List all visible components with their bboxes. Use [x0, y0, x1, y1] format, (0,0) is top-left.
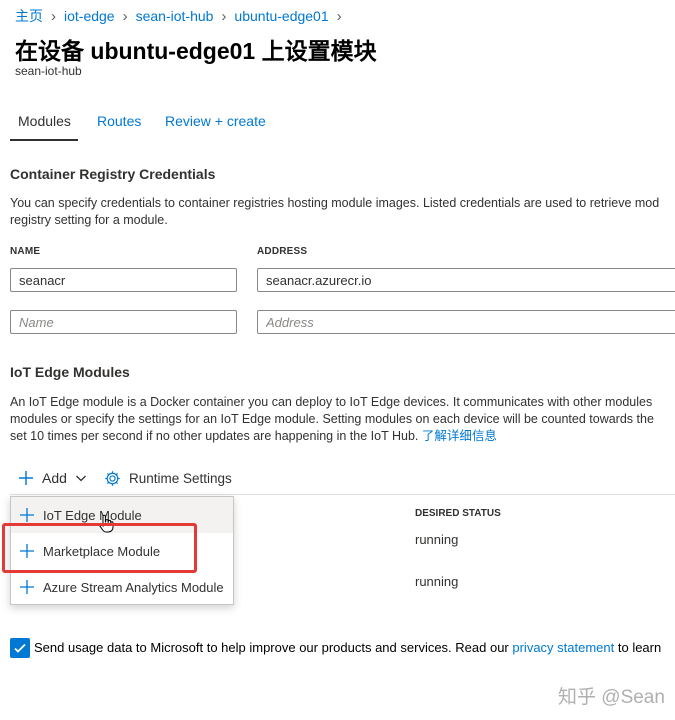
breadcrumb: 主页 › iot-edge › sean-iot-hub › ubuntu-ed… — [15, 6, 350, 26]
chevron-right-icon: › — [51, 7, 56, 25]
add-button[interactable]: Add — [18, 467, 87, 489]
runtime-settings-label: Runtime Settings — [129, 470, 232, 486]
registry-description-line: You can specify credentials to container… — [10, 196, 660, 210]
toolbar-divider — [10, 494, 675, 495]
privacy-statement-link[interactable]: privacy statement — [512, 640, 614, 655]
page-subtitle: sean-iot-hub — [15, 64, 82, 78]
consent-tail: to learn — [614, 640, 662, 655]
new-registry-address-field[interactable] — [257, 310, 675, 334]
registry-section-title: Container Registry Credentials — [10, 166, 216, 182]
breadcrumb-iot-hub[interactable]: sean-iot-hub — [136, 8, 214, 24]
hand-cursor-icon — [98, 514, 114, 533]
chevron-right-icon: › — [336, 7, 342, 25]
module-status: running — [415, 532, 459, 547]
new-registry-name-field[interactable] — [10, 310, 237, 334]
registry-description: You can specify credentials to container… — [10, 195, 659, 229]
watermark: 知乎 @Sean — [558, 687, 665, 708]
page-title: 在设备 ubuntu-edge01 上设置模块 — [15, 38, 377, 64]
add-button-label: Add — [42, 470, 67, 486]
tab-routes[interactable]: Routes — [97, 113, 141, 129]
breadcrumb-device[interactable]: ubuntu-edge01 — [234, 8, 328, 24]
plus-icon — [19, 471, 33, 485]
plus-icon — [11, 580, 43, 594]
chevron-right-icon: › — [122, 7, 128, 25]
address-column-label: ADDRESS — [257, 246, 308, 257]
usage-data-consent: Send usage data to Microsoft to help imp… — [34, 640, 661, 655]
add-module-menu: IoT Edge Module Marketplace Module Azure… — [10, 496, 234, 605]
breadcrumb-iot-edge[interactable]: iot-edge — [64, 8, 115, 24]
chevron-right-icon: › — [221, 7, 227, 25]
menu-item-label: Azure Stream Analytics Module — [43, 579, 224, 595]
runtime-settings-button[interactable]: Runtime Settings — [104, 467, 232, 489]
tab-review-create[interactable]: Review + create — [165, 113, 266, 129]
menu-item-marketplace-module[interactable]: Marketplace Module — [11, 533, 233, 569]
breadcrumb-home[interactable]: 主页 — [15, 6, 43, 26]
learn-more-link[interactable]: 了解详细信息 — [422, 429, 497, 443]
menu-item-stream-analytics-module[interactable]: Azure Stream Analytics Module — [11, 569, 233, 605]
module-status: running — [415, 574, 459, 589]
modules-description-line: modules or specify the settings for an I… — [10, 412, 654, 426]
active-tab-indicator — [10, 139, 78, 141]
chevron-down-icon — [75, 475, 86, 482]
usage-data-checkbox[interactable] — [10, 638, 30, 658]
checkmark-icon — [14, 643, 26, 653]
plus-icon — [11, 508, 43, 522]
modules-section-title: IoT Edge Modules — [10, 364, 130, 380]
registry-name-field[interactable] — [10, 268, 237, 292]
registry-description-line: registry setting for a module. — [10, 213, 168, 227]
desired-status-header: DESIRED STATUS — [415, 508, 501, 519]
menu-item-label: IoT Edge Module — [43, 507, 142, 523]
menu-item-label: Marketplace Module — [43, 543, 161, 559]
gear-icon — [105, 470, 120, 486]
plus-icon — [11, 544, 43, 558]
menu-item-iot-edge-module[interactable]: IoT Edge Module — [11, 497, 233, 533]
modules-description-text: set 10 times per second if no other upda… — [10, 429, 419, 443]
modules-description: An IoT Edge module is a Docker container… — [10, 394, 654, 445]
registry-address-field[interactable] — [257, 268, 675, 292]
tab-modules[interactable]: Modules — [18, 113, 71, 129]
consent-text: Send usage data to Microsoft to help imp… — [34, 640, 513, 655]
modules-description-line: set 10 times per second if no other upda… — [10, 428, 654, 445]
name-column-label: NAME — [10, 246, 41, 257]
modules-description-line: An IoT Edge module is a Docker container… — [10, 395, 653, 409]
